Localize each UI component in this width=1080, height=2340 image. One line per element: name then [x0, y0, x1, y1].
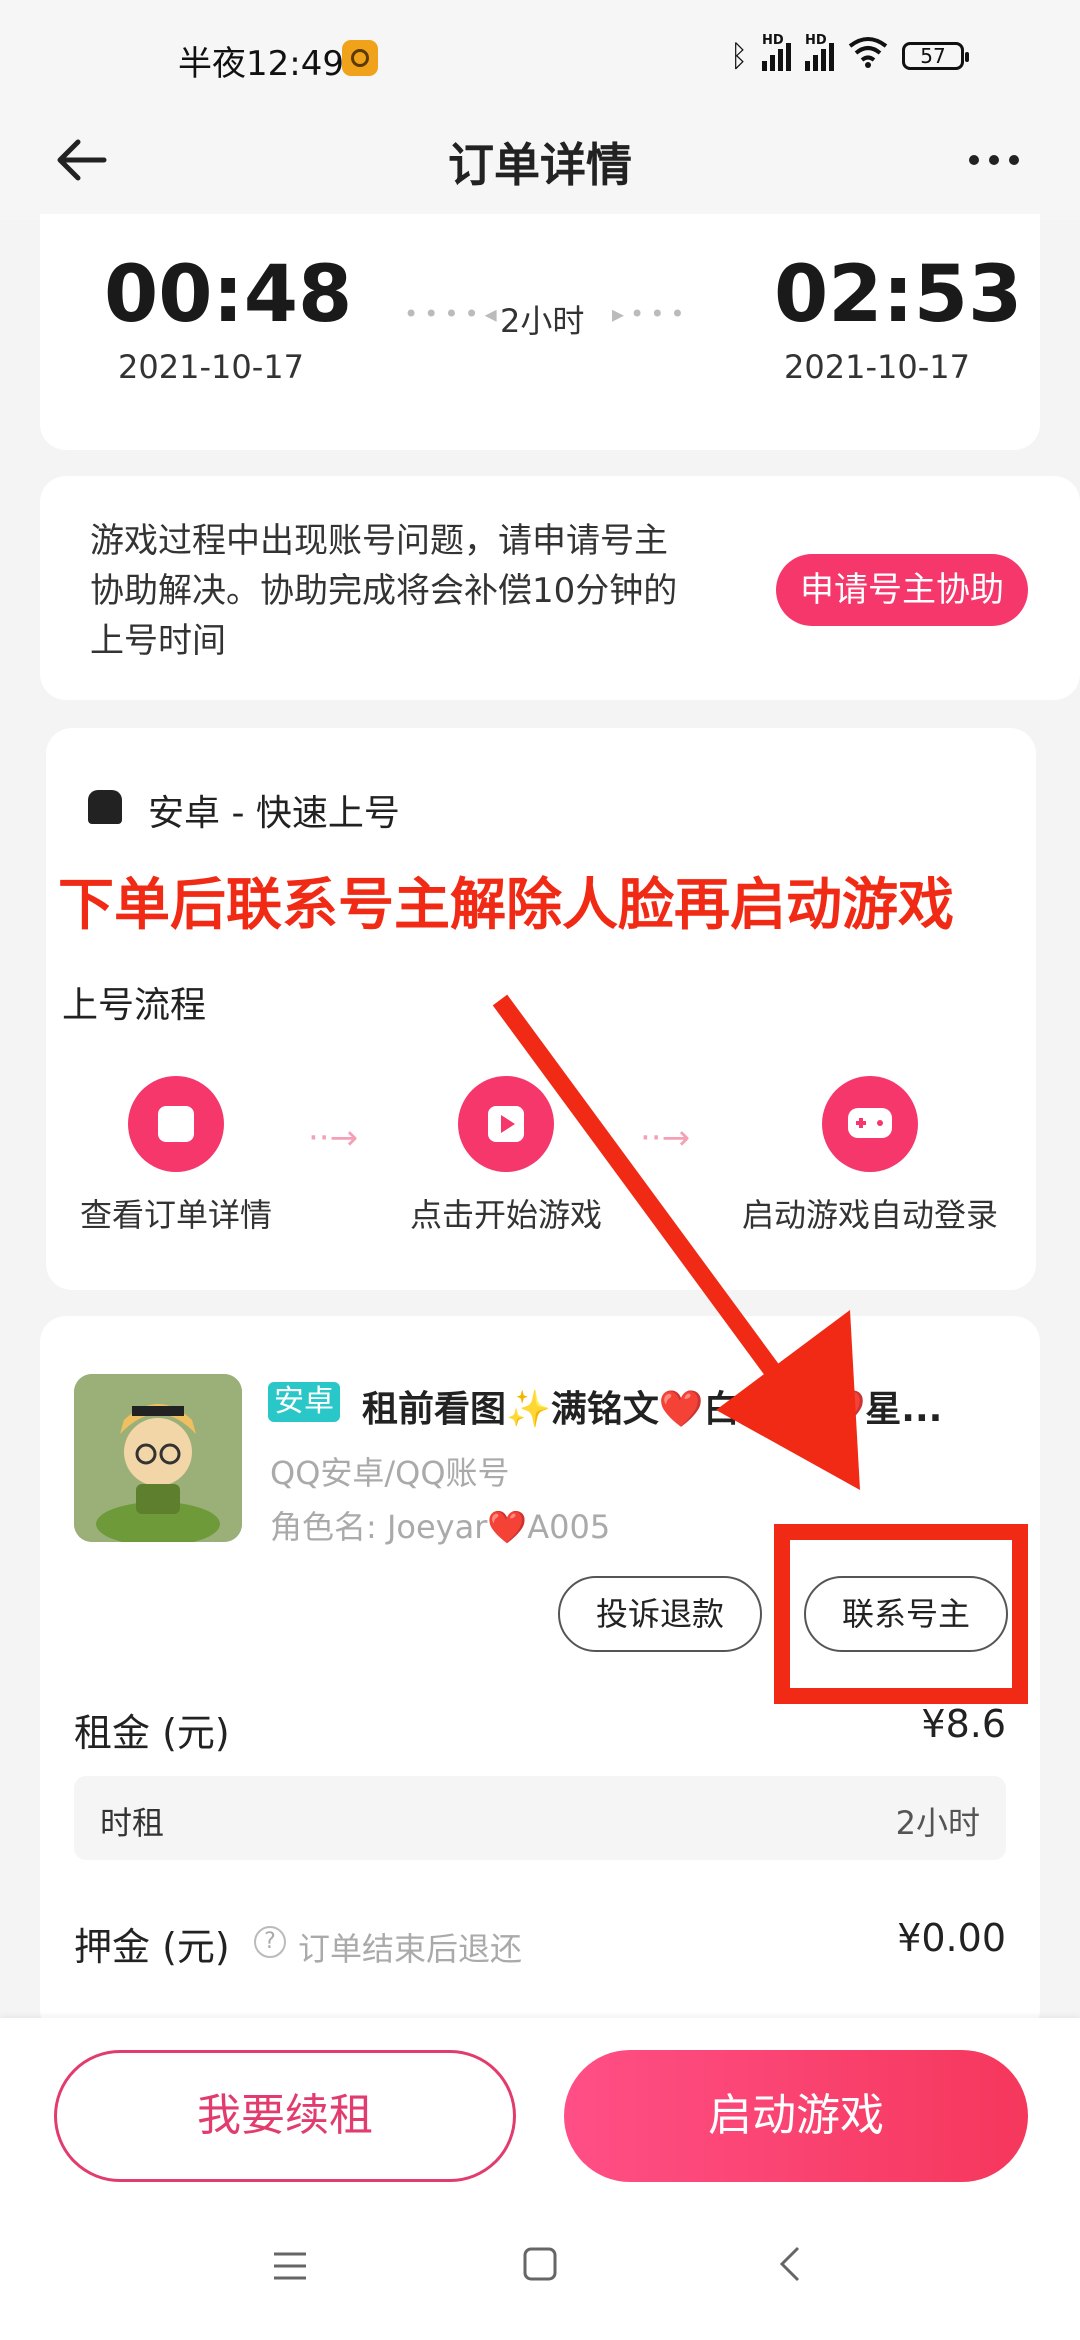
- deposit-hint: 订单结束后退还: [298, 1930, 523, 1968]
- annotation-highlight-box: [774, 1524, 1028, 1704]
- android-icon: [88, 790, 122, 824]
- annotation-arrow: [492, 994, 860, 1490]
- page-title: 订单详情: [448, 138, 632, 192]
- request-owner-help-button[interactable]: 申请号主协助: [776, 554, 1028, 626]
- duration: 2小时: [500, 302, 585, 340]
- left-dots: ••••◂: [404, 300, 503, 328]
- rent-label: 租金 (元): [74, 1711, 230, 1755]
- home-icon[interactable]: [510, 2246, 570, 2292]
- end-time: 02:53: [774, 250, 1023, 340]
- battery-level: 57: [920, 44, 946, 68]
- platform-label: 安卓 - 快速上号: [148, 793, 400, 834]
- back-nav-icon[interactable]: [760, 2244, 820, 2294]
- annotation-text: 下单后联系号主解除人脸再启动游戏: [58, 873, 954, 938]
- status-indicators: ᛒ HD HD 57: [730, 33, 969, 78]
- battery-icon: 57: [902, 42, 969, 70]
- rent-detail-value: 2小时: [895, 1804, 980, 1842]
- renew-button[interactable]: 我要续租: [54, 2050, 516, 2182]
- game-thumbnail[interactable]: [74, 1374, 242, 1542]
- order-detail-step-icon: [128, 1076, 224, 1172]
- flow-arrow-icon: ··→: [308, 1118, 359, 1158]
- complain-refund-button[interactable]: 投诉退款: [558, 1576, 762, 1652]
- start-date: 2021-10-17: [118, 348, 304, 386]
- android-tag: 安卓: [268, 1382, 340, 1422]
- app-notification-icon: [342, 40, 378, 76]
- signal-icon-2: HD: [805, 33, 834, 71]
- step-label-1: 查看订单详情: [79, 1196, 272, 1234]
- help-circle-icon[interactable]: ?: [254, 1926, 286, 1958]
- more-options-icon[interactable]: [964, 130, 1034, 200]
- menu-icon[interactable]: [260, 2246, 320, 2292]
- status-time: 半夜12:49: [178, 44, 344, 84]
- deposit-label: 押金 (元): [74, 1925, 230, 1969]
- rent-detail-label: 时租: [100, 1804, 165, 1842]
- wifi-icon: [848, 36, 888, 76]
- flow-title: 上号流程: [62, 985, 207, 1026]
- notice-text: 游戏过程中出现账号问题，请申请号主协助解决。协助完成将会补偿10分钟的上号时间: [90, 521, 678, 661]
- rent-value: ¥8.6: [921, 1702, 1006, 1746]
- bluetooth-icon: ᛒ: [730, 38, 748, 74]
- signal-icon-1: HD: [762, 33, 791, 71]
- start-time: 00:48: [104, 250, 353, 340]
- end-date: 2021-10-17: [784, 348, 970, 386]
- start-game-button[interactable]: 启动游戏: [564, 2050, 1028, 2182]
- right-dots: ▸•••: [612, 300, 691, 328]
- deposit-value: ¥0.00: [897, 1916, 1006, 1960]
